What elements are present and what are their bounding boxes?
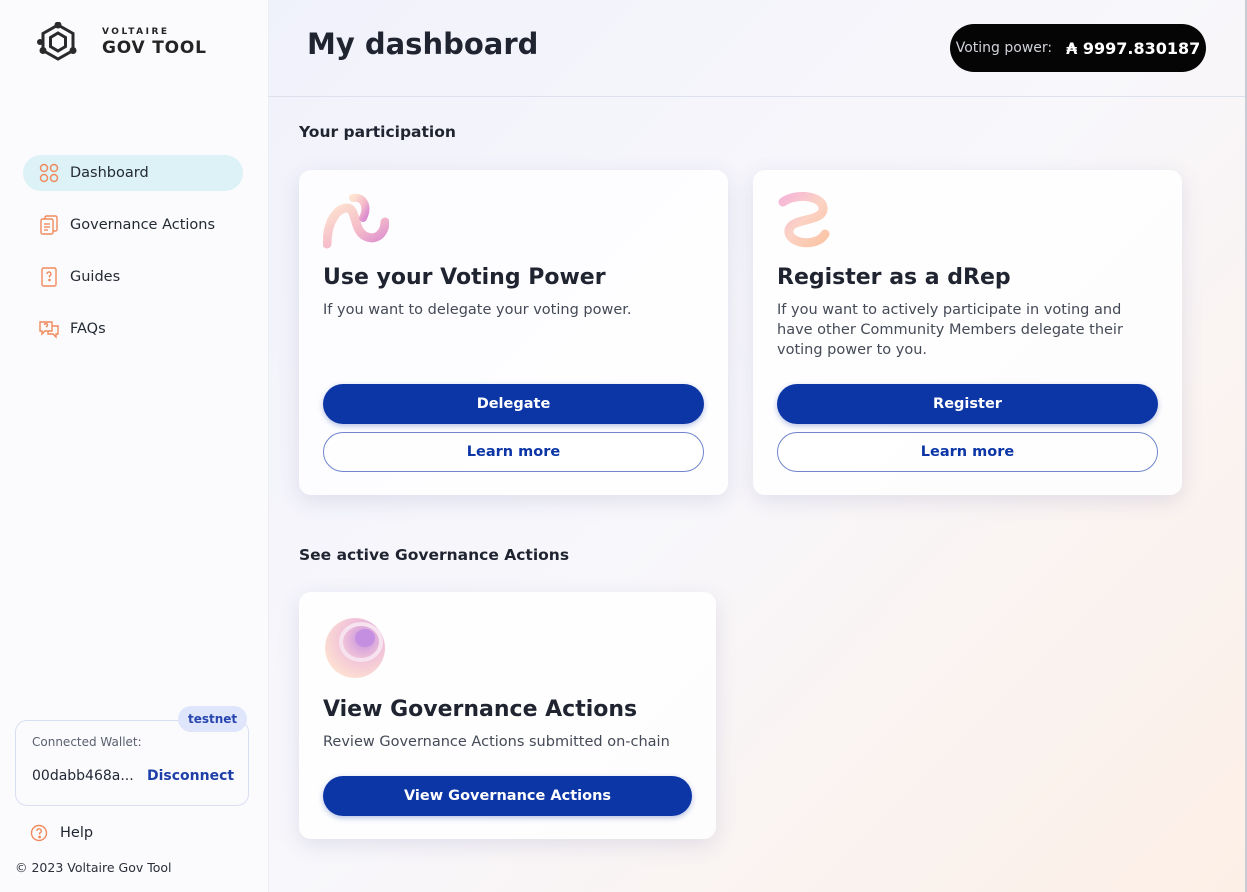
voting-power-pill: Voting power: ₳ 9997.830187 — [950, 24, 1206, 72]
card-description: If you want to actively participate in v… — [777, 302, 1123, 358]
sidebar-item-faqs[interactable]: FAQs — [23, 311, 243, 347]
brand-title: GOV TOOL — [102, 37, 207, 58]
sidebar: VOLTAIRE GOV TOOL Dashboard Governance A… — [0, 0, 269, 892]
document-stack-icon — [38, 214, 60, 236]
spiral-illustration-icon — [325, 618, 385, 678]
sidebar-item-guides[interactable]: Guides — [23, 259, 243, 295]
card-title: Register as a dRep — [777, 265, 1011, 290]
page-title: My dashboard — [307, 27, 539, 61]
sidebar-item-label: Governance Actions — [70, 217, 216, 233]
dashboard-grid-icon — [38, 162, 60, 184]
voltaire-logo-icon — [37, 22, 77, 61]
swirl-illustration-icon — [323, 193, 389, 249]
disconnect-button[interactable]: Disconnect — [147, 768, 234, 784]
view-governance-card: View Governance Actions Review Governanc… — [299, 592, 716, 839]
voting-power-value: ₳ 9997.830187 — [1066, 38, 1201, 58]
coil-illustration-icon — [778, 192, 830, 248]
wallet-label: Connected Wallet: — [32, 735, 142, 749]
help-link[interactable]: Help — [30, 824, 93, 842]
sidebar-nav: Dashboard Governance Actions Guides FAQs — [23, 155, 243, 363]
register-drep-card: Register as a dRep If you want to active… — [753, 170, 1182, 495]
faq-bubble-icon — [38, 318, 60, 340]
guide-book-icon — [38, 266, 60, 288]
top-bar: My dashboard Voting power: ₳ 9997.830187 — [268, 0, 1247, 97]
register-button[interactable]: Register — [777, 384, 1158, 424]
sidebar-item-governance-actions[interactable]: Governance Actions — [23, 207, 243, 243]
sidebar-item-label: FAQs — [70, 321, 106, 337]
view-governance-actions-button[interactable]: View Governance Actions — [323, 776, 692, 816]
help-label: Help — [60, 825, 94, 841]
copyright: © 2023 Voltaire Gov Tool — [15, 860, 172, 875]
sidebar-item-label: Dashboard — [70, 165, 149, 181]
brand-subtitle: VOLTAIRE — [102, 26, 170, 37]
learn-more-delegate-button[interactable]: Learn more — [323, 432, 704, 472]
card-description: If you want to delegate your voting powe… — [323, 302, 632, 318]
logo[interactable]: VOLTAIRE GOV TOOL — [36, 22, 207, 62]
card-title: View Governance Actions — [323, 697, 638, 722]
delegate-card: Use your Voting Power If you want to del… — [299, 170, 728, 495]
wallet-address: 00dabb468a... — [32, 768, 134, 784]
delegate-button[interactable]: Delegate — [323, 384, 704, 424]
connected-wallet-panel: Connected Wallet: 00dabb468a... Disconne… — [15, 720, 249, 806]
sidebar-item-dashboard[interactable]: Dashboard — [23, 155, 243, 191]
section-title-active-governance: See active Governance Actions — [299, 546, 570, 564]
card-description: Review Governance Actions submitted on-c… — [323, 734, 670, 750]
voting-power-label: Voting power: — [955, 40, 1053, 56]
learn-more-register-button[interactable]: Learn more — [777, 432, 1158, 472]
section-title-participation: Your participation — [299, 123, 456, 141]
sidebar-item-label: Guides — [70, 269, 121, 285]
help-circle-icon — [30, 824, 48, 842]
card-title: Use your Voting Power — [323, 265, 606, 290]
network-badge: testnet — [178, 706, 248, 732]
